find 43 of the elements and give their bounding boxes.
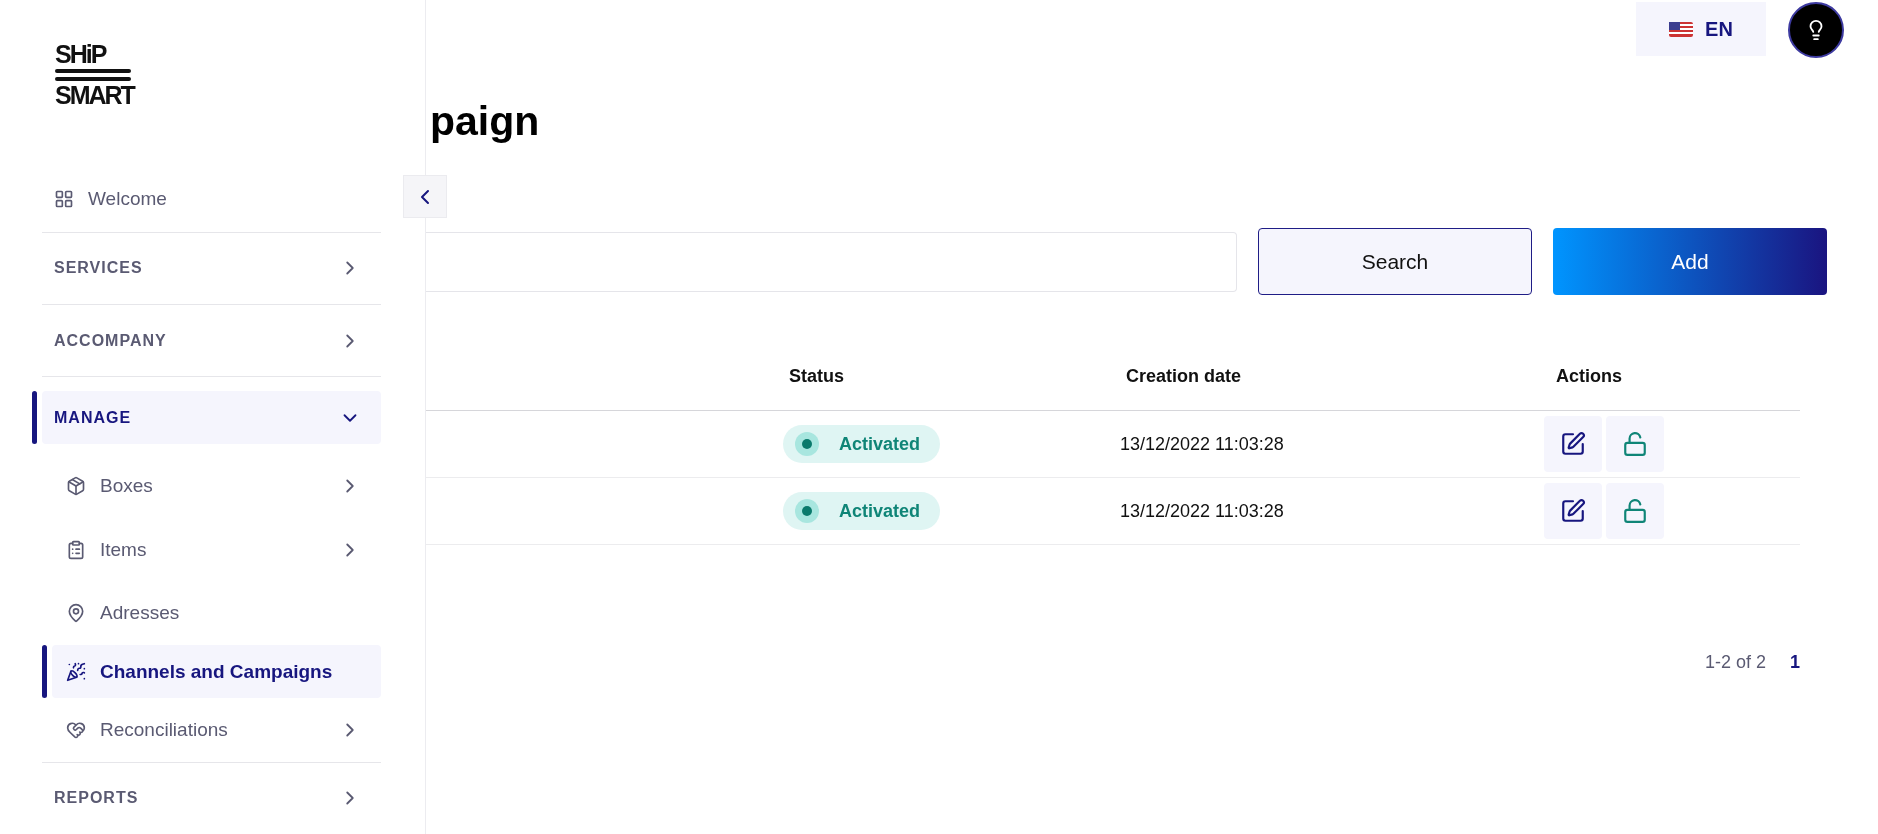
edit-button[interactable] bbox=[1544, 416, 1602, 472]
nav-subitem[interactable]: Items bbox=[52, 517, 381, 582]
clipboard-icon bbox=[66, 539, 86, 560]
padlock-open-icon bbox=[1622, 431, 1648, 457]
flag-icon bbox=[1669, 21, 1694, 37]
column-header: Creation date bbox=[1125, 366, 1243, 387]
grid-icon bbox=[54, 188, 74, 209]
unlock-button[interactable] bbox=[1606, 483, 1664, 539]
nav-item[interactable]: Welcome bbox=[42, 166, 381, 232]
nav-subitem[interactable]: Reconciliations bbox=[52, 698, 381, 762]
nav-section[interactable]: MANAGE bbox=[42, 391, 381, 445]
heart-handshake-icon bbox=[66, 719, 86, 740]
status-badge: Activated bbox=[783, 425, 941, 463]
status-dot-icon bbox=[795, 499, 819, 523]
map-pin-icon bbox=[66, 603, 86, 624]
nav-section[interactable]: ACCOMPANY bbox=[42, 304, 381, 377]
package-icon bbox=[66, 476, 86, 496]
edit-icon bbox=[1560, 498, 1586, 524]
nav-subitem[interactable]: Boxes bbox=[52, 454, 381, 518]
unlock-button[interactable] bbox=[1606, 416, 1664, 472]
edit-icon bbox=[1560, 431, 1586, 457]
column-header: Status bbox=[788, 366, 845, 387]
nav-subitem[interactable]: Channels and Campaigns bbox=[52, 645, 381, 699]
page-link[interactable]: 1 bbox=[1790, 652, 1800, 673]
avatar[interactable] bbox=[1788, 2, 1844, 58]
add-button[interactable]: Add bbox=[1553, 228, 1827, 295]
search-button[interactable]: Search bbox=[1258, 228, 1532, 295]
collapse-button[interactable] bbox=[403, 175, 447, 218]
status-badge: Activated bbox=[783, 492, 941, 530]
status-dot-icon bbox=[795, 432, 819, 456]
pagination-range: 1-2 of 2 bbox=[1704, 652, 1766, 673]
party-popper-icon bbox=[66, 661, 86, 682]
page-title: paign bbox=[430, 98, 541, 146]
search-field[interactable] bbox=[426, 231, 1237, 292]
padlock-open-icon bbox=[1622, 498, 1648, 524]
nav-subitem[interactable]: Adresses bbox=[52, 581, 381, 646]
nav-section[interactable]: SERVICES bbox=[42, 232, 381, 304]
column-header: Actions bbox=[1555, 366, 1623, 387]
edit-button[interactable] bbox=[1544, 483, 1602, 539]
language-button[interactable]: EN bbox=[1636, 2, 1766, 56]
table-cell: 13/12/2022 11:03:28 bbox=[1120, 433, 1284, 454]
nav-section[interactable]: REPORTS bbox=[42, 762, 381, 834]
table-cell: 13/12/2022 11:03:28 bbox=[1120, 500, 1284, 521]
